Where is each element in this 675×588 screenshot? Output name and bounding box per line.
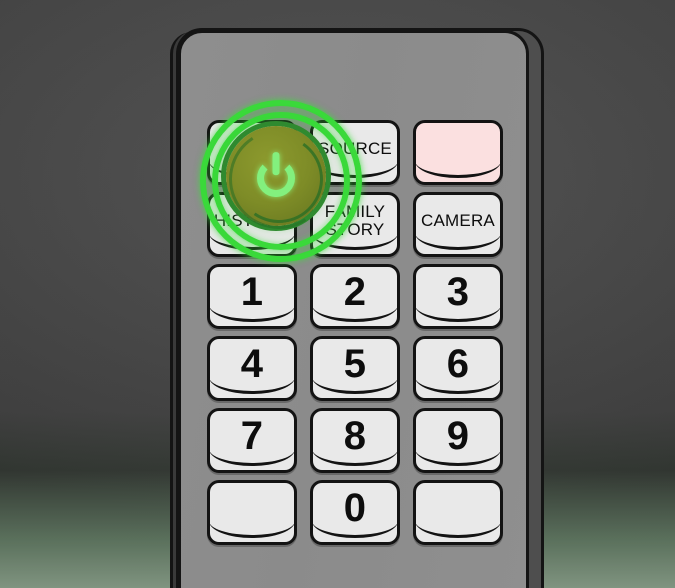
key-9[interactable]: 9	[413, 408, 503, 473]
key-2[interactable]: 2	[310, 264, 400, 329]
key-label: 0	[343, 485, 367, 530]
key-label: 3	[446, 269, 470, 314]
power-button[interactable]	[199, 99, 362, 262]
key-label: 7	[240, 413, 264, 458]
key-4[interactable]: 4	[207, 336, 297, 401]
key-blank-bottom-left[interactable]	[207, 480, 297, 545]
key-label: 9	[446, 413, 470, 458]
key-label: CAMERA	[421, 210, 495, 230]
power-icon-bar	[272, 152, 280, 176]
key-label: 2	[343, 269, 367, 314]
remote-control: SOURCE HISTORY FAMILYSTORY CAMERA 1	[168, 20, 548, 588]
key-label: 1	[240, 269, 264, 314]
key-label: 6	[446, 341, 470, 386]
key-1[interactable]: 1	[207, 264, 297, 329]
key-0[interactable]: 0	[310, 480, 400, 545]
key-label: 4	[240, 341, 264, 386]
key-camera[interactable]: CAMERA	[413, 192, 503, 257]
key-label: 5	[343, 341, 367, 386]
power-button-cap[interactable]	[219, 119, 339, 239]
key-pink-blank[interactable]	[413, 120, 503, 185]
key-8[interactable]: 8	[310, 408, 400, 473]
key-label: 8	[343, 413, 367, 458]
key-blank-bottom-right[interactable]	[413, 480, 503, 545]
power-icon	[253, 152, 299, 198]
key-6[interactable]: 6	[413, 336, 503, 401]
key-5[interactable]: 5	[310, 336, 400, 401]
screenshot-stage: SOURCE HISTORY FAMILYSTORY CAMERA 1	[0, 0, 675, 588]
remote-front-face: SOURCE HISTORY FAMILYSTORY CAMERA 1	[178, 30, 529, 588]
key-3[interactable]: 3	[413, 264, 503, 329]
key-7[interactable]: 7	[207, 408, 297, 473]
